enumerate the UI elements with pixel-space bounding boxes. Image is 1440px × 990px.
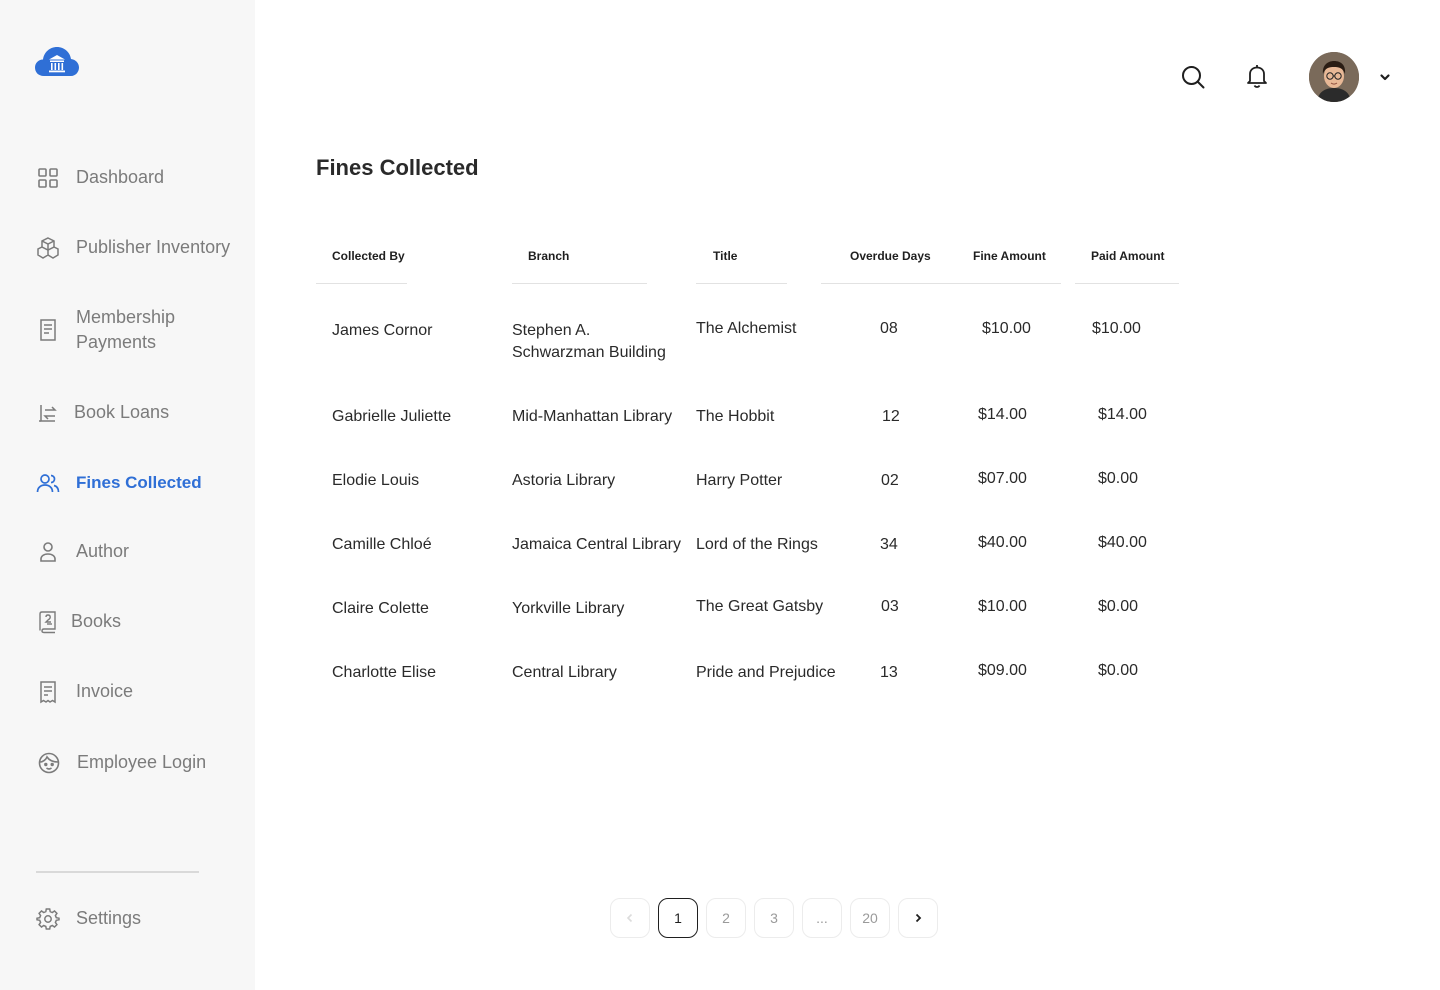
sidebar-item-author[interactable]: Author [35, 539, 129, 564]
sidebar-item-label: Book Loans [74, 402, 170, 422]
exchange-icon [35, 400, 60, 425]
chevron-down-icon[interactable] [1378, 70, 1392, 84]
cell-collected-by: Gabrielle Juliette [332, 408, 452, 425]
sidebar-item-label: Invoice [76, 681, 134, 701]
header-underline [696, 283, 787, 284]
person-icon [35, 539, 60, 564]
cell-collected-by: Claire Colette [332, 600, 429, 617]
sidebar-item-books[interactable]: Books [35, 609, 121, 634]
header-underline [316, 283, 407, 284]
pagination-page-1[interactable]: 1 [658, 898, 698, 938]
cell-overdue-days: 08 [880, 320, 898, 337]
cell-fine-amount: $10.00 [982, 320, 1031, 337]
header-underline [821, 283, 1061, 284]
face-icon [35, 749, 62, 776]
column-header-collected-by[interactable]: Collected By [332, 249, 405, 263]
chevron-left-icon [626, 913, 633, 923]
pagination-next-button[interactable] [898, 898, 938, 938]
sidebar: Dashboard Publisher Inventory Membership… [0, 0, 255, 990]
sidebar-item-label: Dashboard [76, 167, 165, 187]
sidebar-item-label: Fines Collected [76, 473, 202, 492]
cell-fine-amount: $07.00 [978, 470, 1027, 487]
sidebar-item-label: Employee Login [77, 752, 207, 772]
sidebar-item-settings[interactable]: Settings [35, 906, 141, 931]
cell-branch: Mid-Manhattan Library [512, 408, 673, 425]
pagination-page-2[interactable]: 2 [706, 898, 746, 938]
cell-overdue-days: 02 [881, 472, 899, 489]
cell-branch: Yorkville Library [512, 600, 625, 617]
cell-fine-amount: $09.00 [978, 662, 1027, 679]
sidebar-item-label: Books [71, 611, 122, 631]
cell-title: The Alchemist [696, 320, 797, 337]
cell-paid-amount: $14.00 [1098, 406, 1147, 423]
avatar[interactable] [1309, 52, 1359, 102]
cell-paid-amount: $0.00 [1098, 598, 1139, 615]
column-header-paid-amount[interactable]: Paid Amount [1091, 249, 1165, 263]
receipt-icon [35, 318, 60, 343]
cell-paid-amount: $10.00 [1092, 320, 1141, 337]
sidebar-item-label: Author [76, 541, 130, 561]
gear-icon [35, 906, 60, 931]
sidebar-item-book-loans[interactable]: Book Loans [35, 400, 169, 425]
pagination-page-20[interactable]: 20 [850, 898, 890, 938]
pagination-page-3[interactable]: 3 [754, 898, 794, 938]
cell-overdue-days: 03 [881, 598, 899, 615]
boxes-icon [35, 235, 60, 260]
cell-paid-amount: $40.00 [1098, 534, 1147, 551]
cell-paid-amount: $0.00 [1098, 470, 1139, 487]
cell-fine-amount: $40.00 [978, 534, 1027, 551]
column-header-branch[interactable]: Branch [528, 249, 569, 263]
cell-collected-by: James Cornor [332, 322, 433, 339]
cell-branch: Stephen A. Schwarzman Building [512, 322, 666, 361]
page-title: Fines Collected [316, 155, 479, 180]
sidebar-item-publisher-inventory[interactable]: Publisher Inventory [35, 235, 230, 260]
cell-collected-by: Charlotte Elise [332, 664, 437, 681]
sidebar-item-employee-login[interactable]: Employee Login [35, 749, 206, 776]
cell-branch: Astoria Library [512, 472, 616, 489]
sidebar-item-label: Publisher Inventory [76, 237, 231, 257]
sidebar-item-fines-collected[interactable]: Fines Collected [35, 470, 202, 495]
cell-title: Lord of the Rings [696, 536, 818, 553]
invoice-icon [35, 679, 60, 704]
cell-title: Harry Potter [696, 472, 783, 489]
pagination-ellipsis[interactable]: ... [802, 898, 842, 938]
cell-overdue-days: 12 [882, 408, 900, 425]
settings-label: Settings [76, 908, 142, 928]
cell-branch: Central Library [512, 664, 617, 681]
search-icon[interactable] [1180, 64, 1206, 90]
bell-icon[interactable] [1244, 63, 1270, 89]
sidebar-item-membership-payments[interactable]: Membership Payments [35, 305, 175, 355]
sidebar-item-dashboard[interactable]: Dashboard [35, 165, 164, 190]
cell-collected-by: Elodie Louis [332, 472, 420, 489]
column-header-title[interactable]: Title [713, 249, 737, 263]
cell-collected-by: Camille Chloé [332, 536, 432, 553]
header-underline [512, 283, 647, 284]
sidebar-item-label: Membership Payments [76, 307, 176, 352]
users-icon [35, 470, 60, 495]
sidebar-divider [36, 871, 199, 873]
cell-fine-amount: $10.00 [978, 598, 1027, 615]
cell-overdue-days: 13 [880, 664, 898, 681]
header-underline [1075, 283, 1179, 284]
cell-fine-amount: $14.00 [978, 406, 1027, 423]
cell-title: Pride and Prejudice [696, 664, 836, 681]
cell-overdue-days: 34 [880, 536, 898, 553]
pagination-prev-button[interactable] [610, 898, 650, 938]
cell-paid-amount: $0.00 [1098, 662, 1139, 679]
sidebar-item-invoice[interactable]: Invoice [35, 679, 133, 704]
library-logo-icon[interactable] [35, 45, 79, 79]
grid-icon [35, 165, 60, 190]
cell-title: The Hobbit [696, 408, 775, 425]
cell-branch: Jamaica Central Library [512, 536, 681, 553]
column-header-fine-amount[interactable]: Fine Amount [973, 249, 1046, 263]
chevron-right-icon [915, 913, 922, 923]
column-header-overdue-days[interactable]: Overdue Days [850, 249, 931, 263]
cell-title: The Great Gatsby [696, 598, 824, 615]
book-icon [35, 609, 60, 634]
